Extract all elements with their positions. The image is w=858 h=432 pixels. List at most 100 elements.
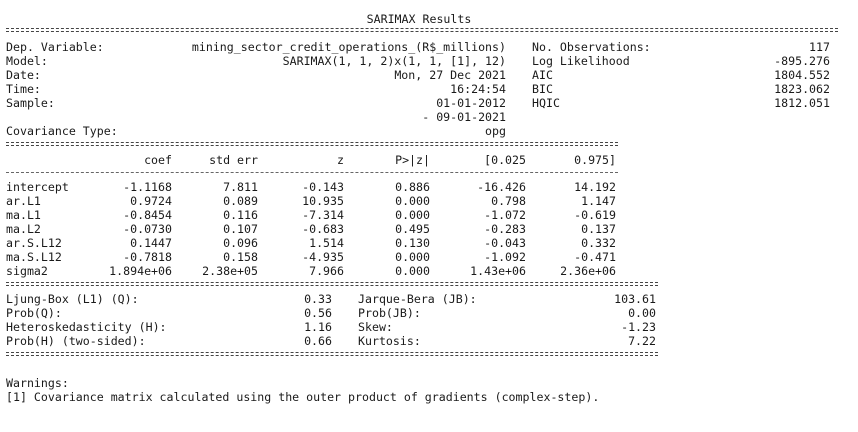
separator-single <box>6 172 618 173</box>
info-label-right: AIC <box>532 68 553 82</box>
info-label-right: BIC <box>532 82 553 96</box>
ci-upper-value: 0.332 <box>581 236 616 250</box>
ci-upper-value: -0.471 <box>574 250 616 264</box>
diagnostic-row: Prob(H) (two-sided): 0.66 Kurtosis: 7.22 <box>0 334 656 348</box>
info-value-right: 1823.062 <box>774 82 830 96</box>
param-name: intercept <box>6 180 69 194</box>
ci-lower-value: 1.43e+06 <box>470 264 526 278</box>
diagnostic-row: Prob(Q): 0.56 Prob(JB): 0.00 <box>0 306 656 320</box>
ci-lower-value: -0.283 <box>484 222 526 236</box>
std-err-value: 0.116 <box>223 208 258 222</box>
coef-value: 0.9724 <box>130 194 172 208</box>
ci-lower-value: -0.043 <box>484 236 526 250</box>
diag-value-left: 0.56 <box>304 306 332 320</box>
diag-value-left: 0.33 <box>304 292 332 306</box>
coef-value: -0.8454 <box>123 208 172 222</box>
std-err-value: 7.811 <box>223 180 258 194</box>
p-value: 0.000 <box>395 264 430 278</box>
separator-double <box>6 28 838 32</box>
col-header-coef: coef <box>144 153 172 167</box>
diag-value-right: -1.23 <box>621 320 656 334</box>
diagnostic-row: Ljung-Box (L1) (Q): 0.33 Jarque-Bera (JB… <box>0 292 656 306</box>
param-name: ar.S.L12 <box>6 236 62 250</box>
info-value: mining_sector_credit_operations_(R$_mill… <box>191 40 506 54</box>
param-name: ma.L1 <box>6 208 41 222</box>
coef-header-row: coef std err z P>|z| [0.025 0.975] <box>0 153 616 167</box>
ci-lower-value: 0.798 <box>491 194 526 208</box>
table-row: sigma2 1.894e+06 2.38e+05 7.966 0.000 1.… <box>0 264 616 278</box>
info-value-right: 1812.051 <box>774 96 830 110</box>
diag-label-left: Prob(H) (two-sided): <box>6 334 146 348</box>
z-value: 1.514 <box>309 236 344 250</box>
diag-value-right: 0.00 <box>628 306 656 320</box>
col-header-std-err: std err <box>209 153 258 167</box>
ci-upper-value: 0.137 <box>581 222 616 236</box>
table-row: ma.L2 -0.0730 0.107 -0.683 0.495 -0.283 … <box>0 222 616 236</box>
p-value: 0.495 <box>395 222 430 236</box>
warning-row: [1] Covariance matrix calculated using t… <box>0 390 599 404</box>
param-name: ar.L1 <box>6 194 41 208</box>
col-header-p-value: P>|z| <box>395 153 430 167</box>
param-name: sigma2 <box>6 264 48 278</box>
table-row: ma.S.L12 -0.7818 0.158 -4.935 0.000 -1.0… <box>0 250 616 264</box>
coef-value: -1.1168 <box>123 180 172 194</box>
ci-upper-value: 1.147 <box>581 194 616 208</box>
info-label-right: HQIC <box>532 96 560 110</box>
diag-value-left: 0.66 <box>304 334 332 348</box>
std-err-value: 2.38e+05 <box>202 264 258 278</box>
z-value: 7.966 <box>309 264 344 278</box>
info-row: Time: 16:24:54 BIC 1823.062 <box>0 82 830 96</box>
info-value-right: 117 <box>809 40 830 54</box>
info-label: Model: <box>6 54 48 68</box>
z-value: -4.935 <box>302 250 344 264</box>
diag-value-right: 103.61 <box>614 292 656 306</box>
col-header-ci-lower: [0.025 <box>484 153 526 167</box>
info-value: 01-01-2012 <box>436 96 506 110</box>
info-value: SARIMAX(1, 1, 2)x(1, 1, [1], 12) <box>282 54 506 68</box>
std-err-value: 0.107 <box>223 222 258 236</box>
info-label: Date: <box>6 68 41 82</box>
diagnostic-row: Heteroskedasticity (H): 1.16 Skew: -1.23 <box>0 320 656 334</box>
col-header-z: z <box>337 153 344 167</box>
diag-value-left: 1.16 <box>304 320 332 334</box>
coef-value: 1.894e+06 <box>109 264 172 278</box>
separator-double <box>6 282 658 286</box>
report-title-row: SARIMAX Results <box>0 12 838 26</box>
table-row: ar.L1 0.9724 0.089 10.935 0.000 0.798 1.… <box>0 194 616 208</box>
p-value: 0.000 <box>395 208 430 222</box>
diag-label-left: Ljung-Box (L1) (Q): <box>6 292 139 306</box>
z-value: 10.935 <box>302 194 344 208</box>
info-label-right: No. Observations: <box>532 40 651 54</box>
info-row: Model: SARIMAX(1, 1, 2)x(1, 1, [1], 12) … <box>0 54 830 68</box>
info-row: Date: Mon, 27 Dec 2021 AIC 1804.552 <box>0 68 830 82</box>
p-value: 0.000 <box>395 250 430 264</box>
info-row: Sample: 01-01-2012 HQIC 1812.051 <box>0 96 830 110</box>
info-label: Dep. Variable: <box>6 40 104 54</box>
p-value: 0.130 <box>395 236 430 250</box>
ci-upper-value: 2.36e+06 <box>560 264 616 278</box>
report-title: SARIMAX Results <box>366 12 472 26</box>
diag-label-right: Jarque-Bera (JB): <box>358 292 477 306</box>
param-name: ma.S.L12 <box>6 250 62 264</box>
info-value-right: -895.276 <box>774 54 830 68</box>
info-value-right: 1804.552 <box>774 68 830 82</box>
separator-double <box>6 142 618 146</box>
col-header-ci-upper: 0.975] <box>574 153 616 167</box>
info-row: - 09-01-2021 <box>0 110 506 124</box>
diag-label-left: Heteroskedasticity (H): <box>6 320 167 334</box>
info-value: Mon, 27 Dec 2021 <box>394 68 506 82</box>
param-name: ma.L2 <box>6 222 41 236</box>
ci-lower-value: -1.072 <box>484 208 526 222</box>
diag-label-left: Prob(Q): <box>6 306 62 320</box>
info-label-right: Log Likelihood <box>532 54 630 68</box>
info-label: Time: <box>6 82 41 96</box>
separator-double <box>6 352 658 356</box>
warnings-title-row: Warnings: <box>0 376 69 390</box>
std-err-value: 0.089 <box>223 194 258 208</box>
z-value: -7.314 <box>302 208 344 222</box>
table-row: ma.L1 -0.8454 0.116 -7.314 0.000 -1.072 … <box>0 208 616 222</box>
coef-value: 0.1447 <box>130 236 172 250</box>
info-row: Covariance Type: opg <box>0 124 506 138</box>
p-value: 0.886 <box>395 180 430 194</box>
warning-text: [1] Covariance matrix calculated using t… <box>6 390 600 404</box>
